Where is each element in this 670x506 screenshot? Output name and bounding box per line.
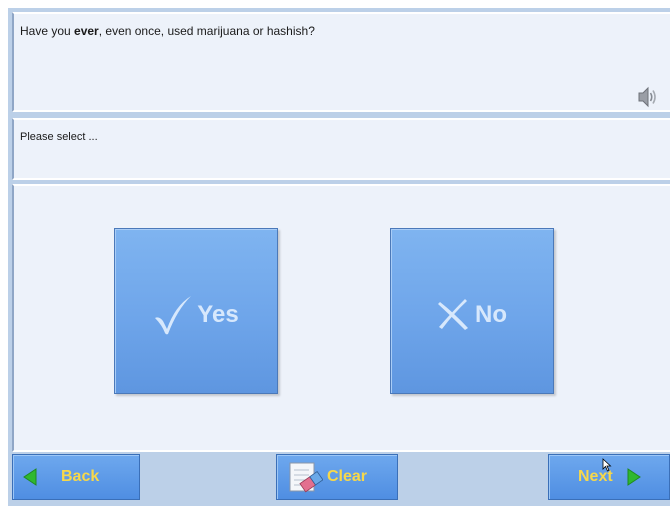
clear-button[interactable]: Clear bbox=[276, 454, 398, 500]
survey-window: Have you ever, even once, used marijuana… bbox=[8, 8, 670, 506]
question-text-start: Have you bbox=[20, 24, 75, 38]
x-icon bbox=[438, 299, 468, 330]
eraser-icon bbox=[289, 462, 323, 493]
right-arrow-icon bbox=[627, 468, 641, 486]
instruction-text: Please select ... bbox=[20, 131, 98, 143]
no-label: No bbox=[475, 301, 507, 328]
yes-button[interactable]: Yes bbox=[114, 228, 278, 394]
speaker-icon[interactable] bbox=[634, 84, 660, 110]
left-arrow-icon bbox=[23, 468, 37, 486]
navigation-bar: Back Clear Next bbox=[8, 454, 670, 506]
question-text: Have you ever, even once, used marijuana… bbox=[20, 24, 315, 38]
question-text-end: , even once, used marijuana or hashish? bbox=[98, 24, 315, 38]
question-emphasis: ever bbox=[74, 24, 99, 38]
yes-button-content: Yes bbox=[115, 293, 277, 337]
no-button-content: No bbox=[391, 293, 553, 337]
back-label: Back bbox=[61, 468, 100, 485]
no-button[interactable]: No bbox=[390, 228, 554, 394]
back-button[interactable]: Back bbox=[12, 454, 140, 500]
answer-panel: Yes No bbox=[12, 184, 670, 452]
instruction-panel: Please select ... bbox=[12, 118, 670, 180]
check-icon bbox=[155, 296, 192, 335]
next-button[interactable]: Next bbox=[548, 454, 670, 500]
yes-label: Yes bbox=[197, 301, 239, 328]
question-panel: Have you ever, even once, used marijuana… bbox=[12, 12, 670, 112]
next-label: Next bbox=[578, 468, 613, 485]
clear-label: Clear bbox=[327, 468, 368, 485]
